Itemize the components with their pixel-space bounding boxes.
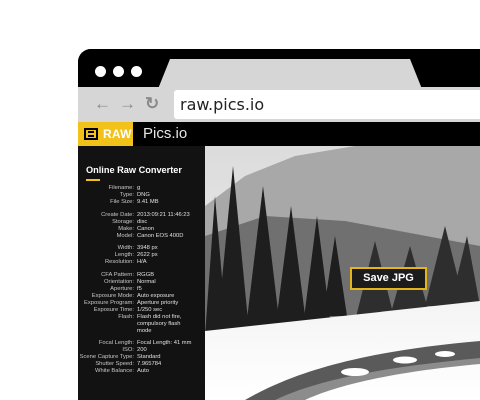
- metadata-value: Flash did not fire,: [137, 313, 182, 320]
- metadata-value: Canon: [137, 225, 155, 232]
- back-arrow-icon[interactable]: ←: [94, 94, 111, 114]
- metadata-key: Resolution:: [104, 259, 134, 265]
- reload-icon[interactable]: ↻: [145, 94, 159, 114]
- metadata-key: Exposure Time:: [93, 306, 134, 313]
- metadata-row: Orientation: Normal: [78, 279, 205, 286]
- metadata-value: mode: [137, 327, 152, 334]
- metadata-row: Type: DNG: [78, 192, 205, 199]
- metadata-panel: Online Raw Converter Filename: g Type: DNG F…: [78, 146, 205, 400]
- metadata-key: File Size:: [110, 199, 134, 205]
- metadata-row: Focal Length: Focal Length: 41 mm: [78, 340, 205, 347]
- metadata-row: Create Date: 2013:09:21 11:46:23: [78, 212, 205, 219]
- metadata-value: RGGB: [137, 271, 155, 278]
- metadata-row: Exposure Program: Aperture priority: [78, 300, 205, 307]
- metadata-value: 200: [137, 347, 147, 353]
- metadata-key: Orientation:: [104, 278, 134, 285]
- metadata-value: g: [137, 185, 141, 191]
- metadata-value: Canon EOS 400D: [137, 232, 184, 239]
- new-tab-button[interactable]: [364, 67, 390, 81]
- metadata-row: Aperture: f5: [78, 286, 205, 293]
- metadata-key: ISO:: [122, 347, 134, 353]
- metadata-row: White Balance: Auto: [78, 368, 205, 375]
- metadata-key: [78, 328, 137, 335]
- metadata-row: Scene Capture Type: Standard: [78, 354, 205, 361]
- metadata-value: 3948 px: [137, 245, 158, 251]
- metadata-value: Normal: [137, 278, 156, 285]
- metadata-key: Aperture:: [110, 285, 134, 292]
- panel-title: Online Raw Converter: [86, 165, 182, 175]
- metadata-row: CFA Pattern: RGGB: [78, 272, 205, 279]
- metadata-key: Width:: [117, 245, 134, 251]
- logo-raw-text: RAW: [103, 127, 132, 141]
- metadata-key: Scene Capture Type:: [79, 354, 134, 360]
- metadata-value: DNG: [137, 192, 150, 198]
- metadata-key: White Balance:: [95, 368, 134, 374]
- window-zoom-dot[interactable]: [131, 66, 142, 77]
- metadata-row: Storage: disc: [78, 219, 205, 226]
- metadata-key: Make:: [118, 225, 134, 232]
- metadata-value: 2622 px: [137, 252, 158, 258]
- metadata-key: CFA Pattern:: [101, 271, 134, 278]
- save-jpg-button[interactable]: Save JPG: [350, 267, 427, 290]
- metadata-key: Exposure Mode:: [91, 292, 134, 299]
- metadata-value: 2013:09:21 11:46:23: [137, 211, 190, 218]
- metadata-key: [78, 321, 137, 328]
- metadata-key: Type:: [119, 192, 134, 198]
- snowy-forest-photo: [205, 146, 480, 400]
- metadata-row: Filename: g: [78, 185, 205, 192]
- raw-logo[interactable]: RAW: [78, 122, 133, 146]
- metadata-value: compulsory flash: [137, 320, 181, 327]
- metadata-value: Auto exposure: [137, 292, 175, 299]
- metadata-row: compulsory flash: [78, 321, 205, 328]
- metadata-value: Standard: [137, 354, 161, 360]
- metadata-key: Model:: [116, 232, 134, 239]
- browser-toolbar: ← → ↻ raw.pics.io: [78, 87, 480, 122]
- metadata-row: mode: [78, 328, 205, 335]
- window-close-dot[interactable]: [95, 66, 106, 77]
- film-strip-icon: [84, 128, 98, 140]
- metadata-value: Focal Length: 41 mm: [137, 340, 192, 346]
- metadata-key: Exposure Program:: [84, 299, 134, 306]
- metadata-key: Storage:: [112, 218, 134, 225]
- metadata-row: Length: 2622 px: [78, 252, 205, 259]
- metadata-value: disc: [137, 218, 148, 225]
- brand-name: Pics.io: [143, 125, 188, 142]
- photo-preview: [205, 146, 480, 400]
- url-text: raw.pics.io: [180, 95, 265, 114]
- metadata-key: Shutter Speed:: [95, 361, 134, 367]
- metadata-value: 9.41 MB: [137, 199, 159, 205]
- app-header: RAW Pics.io: [78, 122, 480, 146]
- metadata-value: 7.965784: [137, 361, 162, 367]
- metadata-key: Create Date:: [101, 211, 134, 218]
- metadata-row: Make: Canon: [78, 226, 205, 233]
- metadata-value: H/A: [137, 259, 147, 265]
- metadata-row: Model: Canon EOS 400D: [78, 233, 205, 240]
- metadata-row: Flash: Flash did not fire,: [78, 314, 205, 321]
- metadata-row: Width: 3948 px: [78, 245, 205, 252]
- metadata-row: Exposure Mode: Auto exposure: [78, 293, 205, 300]
- title-underline: [86, 179, 100, 181]
- metadata-key: Length:: [114, 252, 134, 258]
- metadata-key: Flash:: [118, 313, 134, 320]
- metadata-row: Resolution: H/A: [78, 259, 205, 266]
- browser-window: ← → ↻ raw.pics.io RAW Pics.io Online Raw…: [78, 49, 480, 400]
- metadata-key: Filename:: [108, 185, 134, 191]
- forward-arrow-icon[interactable]: →: [119, 94, 136, 114]
- browser-titlebar: [78, 49, 480, 89]
- metadata-value: Aperture priority: [137, 299, 179, 306]
- address-bar[interactable]: raw.pics.io: [174, 90, 480, 119]
- metadata-row: Exposure Time: 1/250 sec: [78, 307, 205, 314]
- metadata-row: File Size: 9.41 MB: [78, 199, 205, 206]
- metadata-row: Shutter Speed: 7.965784: [78, 361, 205, 368]
- metadata-row: ISO: 200: [78, 347, 205, 354]
- metadata-value: f5: [137, 285, 142, 292]
- window-minimize-dot[interactable]: [113, 66, 124, 77]
- metadata-value: 1/250 sec: [137, 306, 163, 313]
- metadata-list: Filename: g Type: DNG File Size: 9.41 MB Creat…: [78, 185, 205, 375]
- metadata-value: Auto: [137, 368, 149, 374]
- metadata-key: Focal Length:: [98, 340, 134, 346]
